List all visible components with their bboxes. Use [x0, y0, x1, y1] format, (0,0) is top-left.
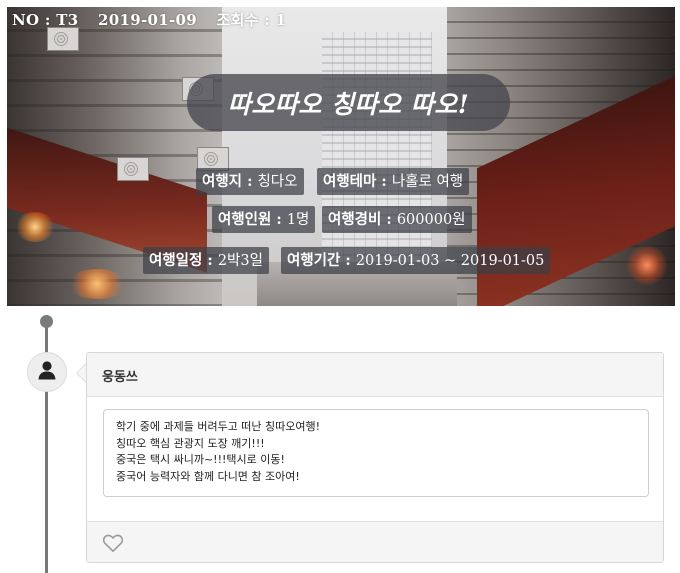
tag-theme: 여행테마 : 나홀로 여행	[317, 168, 470, 195]
hero-lamp-glow	[15, 212, 55, 242]
hero-lamp-glow	[67, 269, 127, 299]
tag-destination: 여행지 : 칭다오	[196, 168, 304, 195]
post-meta: NO : T3 2019-01-09 조회수 : 1	[12, 9, 300, 30]
hero-ac-unit	[117, 157, 149, 181]
content-line: 칭따오 핵심 관광지 도장 깨기!!!	[116, 436, 265, 450]
tag-schedule: 여행일정 : 2박3일	[143, 247, 269, 274]
tag-budget: 여행경비 : 600000원	[322, 206, 472, 233]
content-line: 중국은 택시 싸니까~!!!택시로 이동!	[116, 453, 285, 466]
post-view-count: 조회수 : 1	[216, 11, 287, 29]
avatar	[27, 352, 67, 392]
content-line: 중국어 능력자와 함께 다니면 참 조아여!	[116, 469, 300, 483]
tag-value: 1명	[286, 212, 310, 228]
tag-value: 칭다오	[257, 174, 298, 190]
tag-value: 2019-01-03 ~ 2019-01-05	[355, 253, 545, 269]
hero-ac-unit	[47, 27, 79, 51]
tag-value: 나홀로 여행	[391, 174, 464, 190]
post-number: NO : T3	[12, 11, 79, 29]
user-silhouette-icon	[37, 360, 57, 384]
content-line: 학기 중에 과제들 버려두고 떠난 칭따오여행!	[116, 420, 321, 433]
heart-outline-icon[interactable]	[102, 533, 124, 553]
tag-label: 여행지 :	[202, 173, 258, 190]
tag-label: 여행기간 :	[287, 252, 356, 269]
tag-travelers: 여행인원 : 1명	[212, 206, 316, 233]
card-footer	[87, 521, 663, 562]
tag-label: 여행경비 :	[328, 211, 397, 228]
tag-label: 여행일정 :	[149, 252, 218, 269]
hero-lamp-glow	[627, 245, 667, 285]
post-title: 따오따오 칭따오 따오!	[187, 74, 510, 131]
author-name: 웅동쓰	[102, 370, 138, 385]
timeline-start-dot	[40, 315, 53, 328]
post-hero: NO : T3 2019-01-09 조회수 : 1 따오따오 칭따오 따오! …	[7, 7, 675, 306]
tag-label: 여행인원 :	[218, 211, 287, 228]
post-date: 2019-01-09	[98, 11, 197, 29]
tag-period: 여행기간 : 2019-01-03 ~ 2019-01-05	[281, 247, 551, 274]
tag-value: 600000원	[396, 212, 466, 228]
post-content: 학기 중에 과제들 버려두고 떠난 칭따오여행! 칭따오 핵심 관광지 도장 깨…	[103, 409, 649, 497]
card-header: 웅동쓰	[87, 353, 663, 397]
tag-value: 2박3일	[217, 253, 263, 269]
tag-label: 여행테마 :	[323, 173, 392, 190]
comment-card: 웅동쓰 학기 중에 과제들 버려두고 떠난 칭따오여행! 칭따오 핵심 관광지 …	[86, 352, 664, 563]
